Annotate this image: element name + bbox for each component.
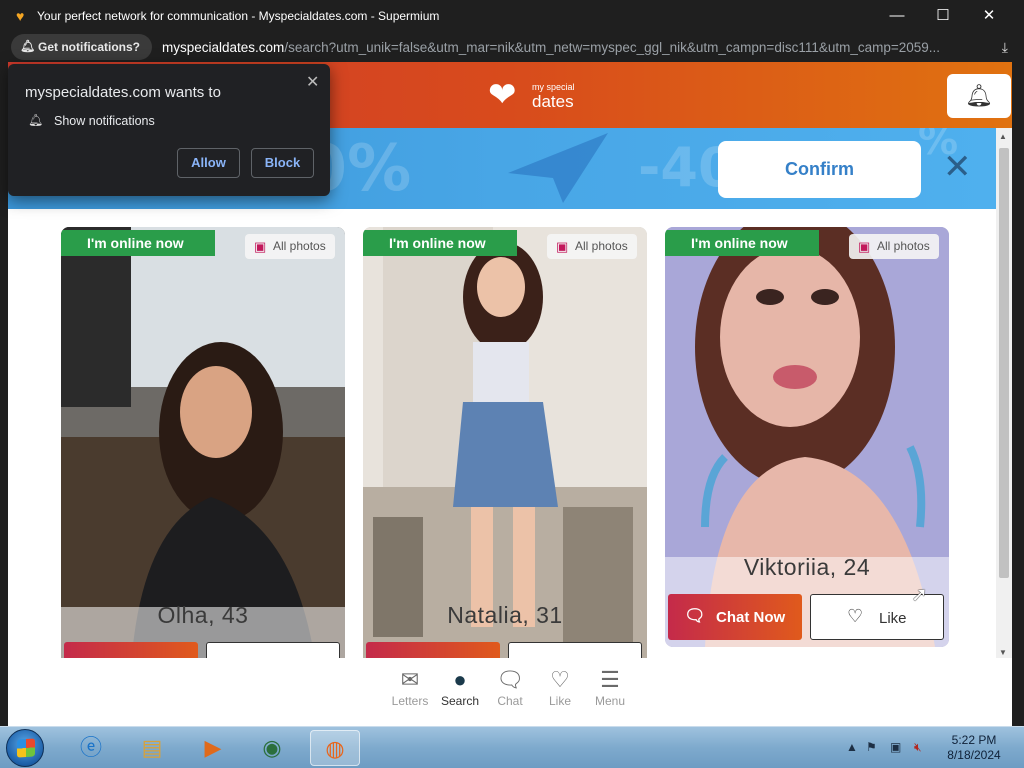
all-photos-label: All photos	[877, 239, 930, 253]
scroll-up-icon[interactable]: ▲	[999, 132, 1007, 141]
minimize-button[interactable]: —	[874, 0, 920, 32]
bell-icon: 🔔︎	[965, 83, 993, 108]
window-title: Your perfect network for communication -…	[37, 9, 440, 23]
online-badge: I'm online now	[665, 230, 819, 256]
nav-label: Chat	[497, 694, 523, 708]
volume-muted-icon[interactable]: 🔇︎	[914, 740, 922, 755]
online-badge: I'm online now	[363, 230, 517, 256]
profile-name: Olha, 43	[157, 602, 249, 628]
photo-icon: ▣	[254, 239, 267, 254]
profile-card[interactable]: I'm online now ▣ All photos Viktoriia, 2…	[665, 227, 949, 647]
heart-icon: ♡	[847, 606, 864, 626]
like-label: Like	[879, 610, 907, 627]
bottom-navigation: ✉ Letters ● Search 🗨︎ Chat ♡ Like ☰ Menu	[8, 658, 1012, 726]
popup-host-text: myspecialdates.com wants to	[25, 84, 221, 101]
nav-letters[interactable]: ✉ Letters	[385, 666, 435, 708]
network-icon[interactable]: ▣	[890, 740, 901, 754]
clock-date: 8/18/2024	[947, 748, 1001, 762]
popup-close-icon[interactable]: ✕	[306, 72, 319, 92]
media-player-icon[interactable]: ▶	[188, 730, 238, 766]
online-badge: I'm online now	[61, 230, 215, 256]
windows-logo-icon	[17, 738, 35, 758]
profile-card[interactable]: I'm online now ▣ All photos Natalia, 31	[363, 227, 647, 667]
nav-chat[interactable]: 🗨︎ Chat	[485, 666, 535, 708]
all-photos-button[interactable]: ▣ All photos	[547, 234, 637, 259]
chat-icon: 🗨︎	[684, 606, 706, 625]
maximize-button[interactable]: ☐	[920, 0, 966, 32]
site-favicon-heart-icon: ♥	[16, 8, 25, 24]
chrome-browser-icon[interactable]: ◉	[247, 730, 297, 766]
mouse-cursor-icon: ➚	[911, 584, 928, 606]
profile-name: Natalia, 31	[447, 602, 563, 628]
photo-icon: ▣	[556, 239, 569, 254]
heart-icon: ♡	[550, 667, 570, 692]
system-clock[interactable]: 5:22 PM 8/18/2024	[934, 733, 1014, 763]
get-notifications-chip[interactable]: 🔔︎ Get notifications?	[11, 34, 152, 60]
get-notifications-label: Get notifications?	[38, 40, 140, 54]
notification-permission-popup: myspecialdates.com wants to ✕ 🔔︎ Show no…	[8, 64, 330, 196]
profile-photo[interactable]	[363, 227, 647, 667]
all-photos-button[interactable]: ▣ All photos	[849, 234, 939, 259]
clock-time: 5:22 PM	[951, 733, 997, 747]
page-scrollbar[interactable]: ▲ ▼	[996, 128, 1012, 662]
profile-name: Viktoriia, 24	[743, 554, 871, 580]
start-button[interactable]	[6, 729, 44, 767]
install-app-icon[interactable]: ⤓	[1002, 39, 1008, 56]
bell-icon: 🔔︎	[20, 39, 36, 53]
chat-now-button[interactable]: 🗨︎ Chat Now	[668, 594, 802, 640]
bell-icon: 🔔︎	[28, 113, 44, 127]
chat-now-label: Chat Now	[716, 609, 786, 626]
address-bar: 🔔︎ Get notifications? myspecialdates.com…	[0, 32, 1024, 62]
nav-label: Like	[548, 694, 571, 708]
scrollbar-thumb[interactable]	[999, 148, 1009, 578]
action-center-flag-icon[interactable]: ⚑	[866, 740, 877, 754]
url-path: /search?utm_unik=false&utm_mar=nik&utm_n…	[284, 40, 941, 55]
nav-label: Letters	[391, 694, 429, 708]
windows-taskbar: ⓔ ▤ ▶ ◉ ◍ ▲ ⚑ ▣ 🔇︎ 5:22 PM 8/18/2024	[0, 726, 1024, 768]
banner-close-icon[interactable]: ✕	[943, 150, 972, 184]
block-button[interactable]: Block	[251, 148, 314, 178]
paper-plane-icon	[508, 133, 608, 203]
nav-search[interactable]: ● Search	[435, 666, 485, 708]
notifications-bell-button[interactable]: 🔔︎	[947, 74, 1011, 118]
nav-label: Menu	[594, 694, 626, 708]
all-photos-label: All photos	[273, 239, 326, 253]
nav-label: Search	[440, 694, 480, 708]
logo-heart-icon: ❤	[488, 76, 517, 114]
nav-menu[interactable]: ☰ Menu	[585, 666, 635, 708]
url-field[interactable]: myspecialdates.com/search?utm_unik=false…	[162, 40, 982, 55]
all-photos-label: All photos	[575, 239, 628, 253]
search-icon: ●	[453, 667, 467, 692]
profile-card[interactable]: I'm online now ▣ All photos Olha, 43	[61, 227, 345, 667]
allow-button[interactable]: Allow	[177, 148, 240, 178]
file-explorer-icon[interactable]: ▤	[127, 730, 177, 766]
nav-like[interactable]: ♡ Like	[535, 666, 585, 708]
show-hidden-icons-icon[interactable]: ▲	[846, 740, 858, 754]
close-window-button[interactable]: ✕	[966, 0, 1012, 32]
chat-icon: 🗨︎	[496, 667, 524, 692]
envelope-icon: ✉	[400, 667, 420, 692]
logo-text-large: dates	[532, 92, 574, 111]
photo-icon: ▣	[858, 239, 871, 254]
scroll-down-icon[interactable]: ▼	[999, 648, 1007, 657]
confirm-button[interactable]: Confirm	[718, 141, 921, 198]
menu-icon: ☰	[600, 667, 620, 692]
logo-text-small: my special	[532, 82, 575, 92]
permission-label: Show notifications	[54, 114, 155, 128]
internet-explorer-icon[interactable]: ⓔ	[66, 730, 116, 766]
url-host: myspecialdates.com	[162, 40, 285, 55]
profile-photo[interactable]	[61, 227, 345, 667]
profile-photo[interactable]	[665, 227, 949, 647]
browser-title-bar: ♥ Your perfect network for communication…	[0, 0, 1024, 32]
all-photos-button[interactable]: ▣ All photos	[245, 234, 335, 259]
supermium-browser-icon[interactable]: ◍	[310, 730, 360, 766]
